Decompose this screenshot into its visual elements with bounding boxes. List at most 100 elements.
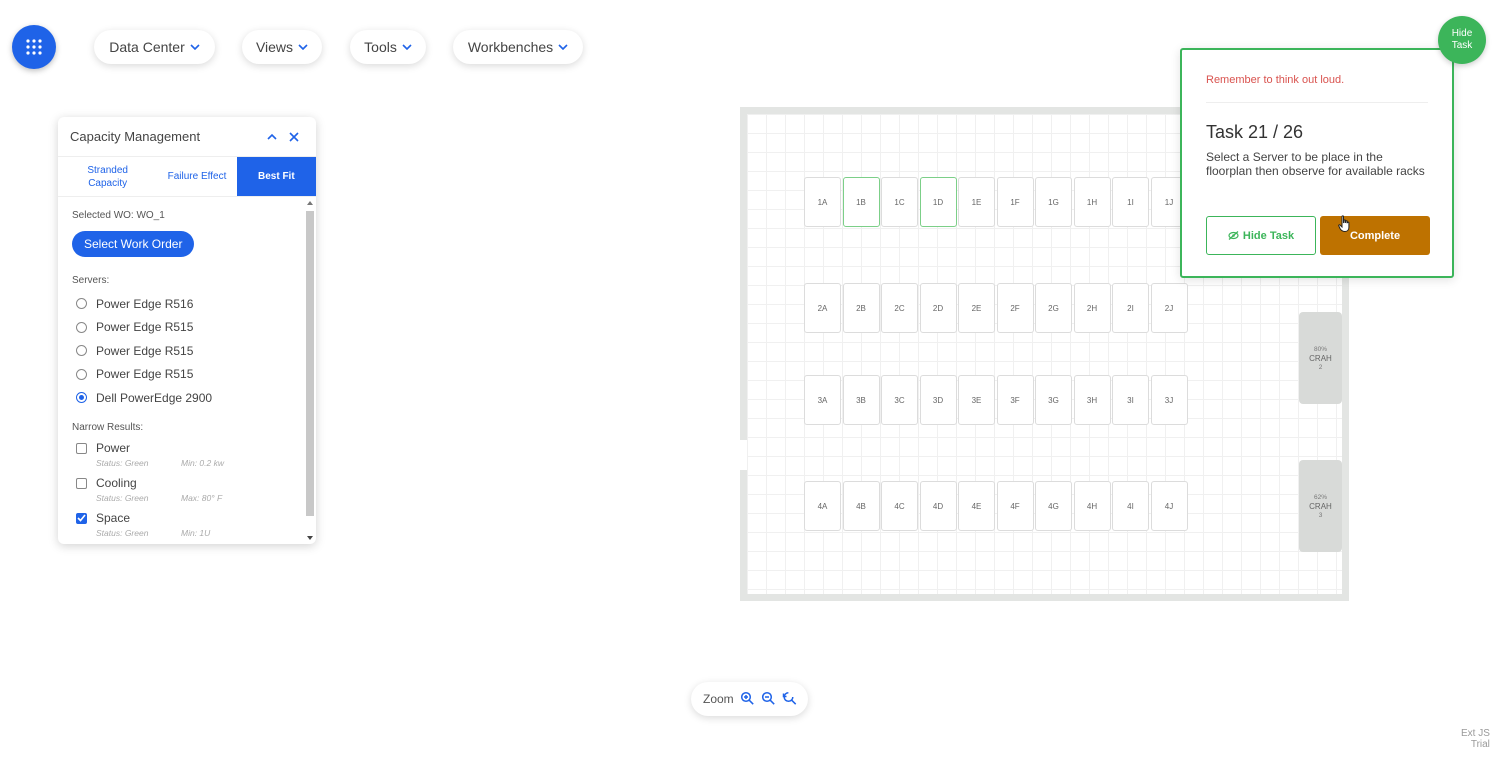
filter-limit: Min: 1U: [181, 527, 211, 538]
rack-1b[interactable]: 1B: [842, 177, 880, 227]
rack-4b[interactable]: 4B: [842, 481, 880, 531]
close-icon: [289, 131, 299, 142]
rack-3d[interactable]: 3D: [919, 375, 957, 425]
rack-4i[interactable]: 4I: [1112, 481, 1149, 531]
rack-1e[interactable]: 1E: [958, 177, 995, 227]
filter-cooling[interactable]: Cooling Status: Green Max: 80° F: [72, 476, 290, 503]
zoom-out-icon[interactable]: [761, 691, 778, 708]
server-option[interactable]: Power Edge R515: [72, 316, 290, 340]
server-option[interactable]: Dell PowerEdge 2900: [72, 386, 290, 410]
rack-2g[interactable]: 2G: [1035, 283, 1072, 333]
zoom-toolbar: Zoom: [691, 682, 808, 716]
crah-number: 3: [1318, 511, 1323, 519]
collapse-button[interactable]: [262, 127, 282, 147]
rack-3b[interactable]: 3B: [842, 375, 880, 425]
rack-4d[interactable]: 4D: [919, 481, 957, 531]
rack-4g[interactable]: 4G: [1035, 481, 1072, 531]
rack-2b[interactable]: 2B: [842, 283, 880, 333]
rack-3e[interactable]: 3E: [958, 375, 995, 425]
checkbox[interactable]: [76, 442, 87, 454]
radio-button[interactable]: [76, 298, 87, 310]
rack-2j[interactable]: 2J: [1150, 283, 1188, 333]
rack-4f[interactable]: 4F: [996, 481, 1034, 531]
filter-limit: Max: 80° F: [181, 492, 223, 503]
tab-failure-effect[interactable]: Failure Effect: [157, 157, 236, 196]
zoom-in-icon[interactable]: [740, 691, 757, 708]
server-option[interactable]: Power Edge R515: [72, 339, 290, 363]
rack-3c[interactable]: 3C: [881, 375, 918, 425]
filter-status: Status: Green: [96, 527, 149, 538]
watermark-line: Trial: [1470, 739, 1490, 750]
rack-2e[interactable]: 2E: [958, 283, 995, 333]
rack-4c[interactable]: 4C: [881, 481, 918, 531]
chevron-down-icon: [190, 44, 200, 50]
crah-unit[interactable]: 62% CRAH 3: [1299, 460, 1342, 552]
rack-2a[interactable]: 2A: [804, 283, 841, 333]
rack-1c[interactable]: 1C: [881, 177, 918, 227]
rack-2f[interactable]: 2F: [996, 283, 1034, 333]
rack-3j[interactable]: 3J: [1150, 375, 1188, 425]
rack-4j[interactable]: 4J: [1150, 481, 1188, 531]
rack-4a[interactable]: 4A: [804, 481, 841, 531]
hide-task-button[interactable]: Hide Task: [1206, 216, 1316, 255]
nav-data-center[interactable]: Data Center: [94, 30, 215, 64]
rack-1f[interactable]: 1F: [996, 177, 1034, 227]
radio-button-selected[interactable]: [76, 392, 87, 404]
rack-1i[interactable]: 1I: [1112, 177, 1149, 227]
rack-2c[interactable]: 2C: [881, 283, 918, 333]
hand-cursor-icon: [1338, 215, 1350, 233]
filter-space[interactable]: Space Status: Green Min: 1U: [72, 511, 290, 538]
crah-unit[interactable]: 80% CRAH 2: [1299, 312, 1342, 404]
nav-tools[interactable]: Tools: [350, 30, 426, 64]
rack-3h[interactable]: 3H: [1073, 375, 1111, 425]
server-label: Power Edge R515: [96, 367, 194, 382]
complete-button[interactable]: Complete: [1320, 216, 1430, 255]
rack-2h[interactable]: 2H: [1073, 283, 1111, 333]
rack-2d[interactable]: 2D: [919, 283, 957, 333]
close-button[interactable]: [284, 127, 304, 147]
rack-1a[interactable]: 1A: [804, 177, 841, 227]
server-option[interactable]: Power Edge R515: [72, 363, 290, 387]
nav-label: Workbenches: [467, 39, 554, 55]
select-work-order-button[interactable]: Select Work Order: [72, 231, 195, 257]
hide-task-circle-button[interactable]: Hide Task: [1438, 16, 1486, 64]
panel-scrollbar[interactable]: [306, 199, 314, 542]
chevron-down-icon: [298, 44, 308, 50]
radio-button[interactable]: [76, 321, 87, 333]
scroll-up-icon[interactable]: [307, 201, 313, 205]
rack-3i[interactable]: 3I: [1112, 375, 1149, 425]
chevron-up-icon: [267, 133, 277, 140]
divider: [1206, 102, 1428, 103]
tab-stranded-capacity[interactable]: Stranded Capacity: [58, 157, 157, 196]
rack-1g[interactable]: 1G: [1035, 177, 1072, 227]
filter-power[interactable]: Power Status: Green Min: 0.2 kw: [72, 441, 290, 468]
scroll-down-icon[interactable]: [307, 536, 313, 540]
rack-4h[interactable]: 4H: [1073, 481, 1111, 531]
checkbox[interactable]: [76, 477, 87, 489]
rack-3a[interactable]: 3A: [804, 375, 841, 425]
checkbox-checked[interactable]: [76, 512, 87, 524]
rack-1h[interactable]: 1H: [1073, 177, 1111, 227]
server-label: Dell PowerEdge 2900: [96, 390, 213, 405]
tab-best-fit[interactable]: Best Fit: [236, 157, 316, 196]
nav-views[interactable]: Views: [242, 30, 322, 64]
zoom-reset-icon[interactable]: [782, 691, 799, 708]
watermark-line: Ext JS: [1461, 728, 1490, 739]
server-option[interactable]: Power Edge R516: [72, 292, 290, 316]
app-menu-button[interactable]: [12, 25, 56, 69]
radio-button[interactable]: [76, 368, 87, 380]
nav-workbenches[interactable]: Workbenches: [453, 30, 583, 64]
rack-3g[interactable]: 3G: [1035, 375, 1072, 425]
radio-button[interactable]: [76, 345, 87, 357]
scroll-thumb[interactable]: [306, 211, 314, 516]
task-title: Task 21 / 26: [1206, 122, 1304, 142]
filter-status: Status: Green: [96, 457, 149, 468]
ext-js-trial-watermark: Ext JS Trial: [1461, 728, 1490, 750]
chevron-down-icon: [558, 44, 568, 50]
panel-tabs: Stranded Capacity Failure Effect Best Fi…: [58, 157, 316, 197]
rack-2i[interactable]: 2I: [1112, 283, 1149, 333]
rack-3f[interactable]: 3F: [996, 375, 1034, 425]
rack-1d[interactable]: 1D: [919, 177, 957, 227]
rack-4e[interactable]: 4E: [958, 481, 995, 531]
task-note: Remember to think out loud.: [1206, 74, 1345, 86]
